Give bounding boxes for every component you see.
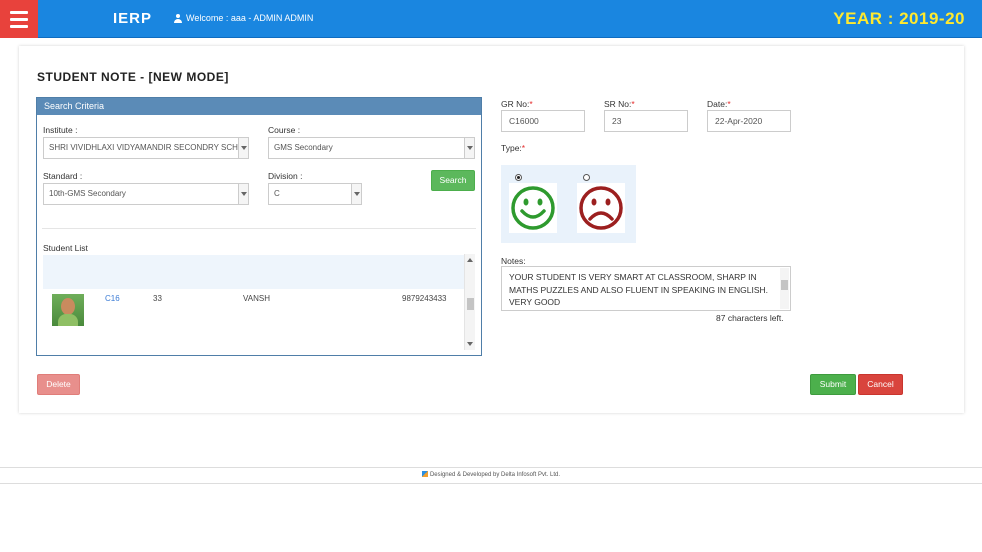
scroll-up-icon[interactable] bbox=[467, 258, 473, 262]
institute-value: SHRI VIVIDHLAXI VIDYAMANDIR SECONDRY SCH… bbox=[49, 143, 249, 152]
footer: Designed & Developed by Delta Infosoft P… bbox=[0, 467, 982, 484]
scroll-thumb[interactable] bbox=[467, 298, 474, 310]
division-value: C bbox=[274, 189, 280, 198]
top-bar: IERP Welcome : aaa - ADMIN ADMIN YEAR : … bbox=[0, 0, 982, 38]
scroll-down-icon[interactable] bbox=[467, 342, 473, 346]
search-criteria-header: Search Criteria bbox=[37, 98, 481, 115]
notes-textarea[interactable]: YOUR STUDENT IS VERY SMART AT CLASSROOM,… bbox=[501, 266, 791, 311]
standard-value: 10th-GMS Secondary bbox=[49, 189, 126, 198]
app-logo[interactable]: IERP bbox=[113, 10, 152, 27]
date-input[interactable]: 22-Apr-2020 bbox=[707, 110, 791, 132]
standard-label: Standard : bbox=[43, 171, 83, 181]
student-roll-number: 33 bbox=[153, 294, 162, 303]
search-button[interactable]: Search bbox=[431, 170, 475, 191]
notes-value: YOUR STUDENT IS VERY SMART AT CLASSROOM,… bbox=[509, 272, 768, 307]
characters-left: 87 characters left. bbox=[716, 313, 784, 323]
happy-face-icon bbox=[511, 186, 555, 230]
sr-no-input[interactable]: 23 bbox=[604, 110, 688, 132]
student-list-label: Student List bbox=[43, 243, 88, 253]
happy-face-option[interactable] bbox=[509, 183, 557, 233]
student-gr-number[interactable]: C16 bbox=[105, 294, 120, 303]
student-list-row[interactable]: C16 33 VANSH 9879243433 bbox=[43, 289, 471, 343]
sad-face-option[interactable] bbox=[577, 183, 625, 233]
scroll-thumb[interactable] bbox=[781, 280, 788, 290]
course-label: Course : bbox=[268, 125, 301, 135]
welcome-text: Welcome : aaa - ADMIN ADMIN bbox=[186, 13, 314, 23]
user-icon bbox=[174, 13, 182, 23]
chevron-down-icon bbox=[351, 184, 361, 204]
chevron-down-icon bbox=[464, 138, 474, 158]
menu-toggle-button[interactable] bbox=[0, 0, 38, 38]
search-criteria-box: Search Criteria Institute : SHRI VIVIDHL… bbox=[36, 97, 482, 356]
student-name: VANSH bbox=[243, 294, 270, 303]
sr-no-label: SR No:* bbox=[604, 99, 635, 109]
student-phone: 9879243433 bbox=[402, 294, 447, 303]
division-label: Division : bbox=[268, 171, 303, 181]
gr-no-label: GR No:* bbox=[501, 99, 533, 109]
gr-no-input[interactable]: C16000 bbox=[501, 110, 585, 132]
student-list: C16 33 VANSH 9879243433 bbox=[43, 255, 471, 343]
divider bbox=[42, 228, 476, 229]
hamburger-icon bbox=[10, 10, 28, 14]
chevron-down-icon bbox=[238, 184, 248, 204]
page-title: STUDENT NOTE - [NEW MODE] bbox=[37, 70, 229, 84]
delete-button[interactable]: Delete bbox=[37, 374, 80, 395]
cancel-button[interactable]: Cancel bbox=[858, 374, 903, 395]
student-list-scrollbar[interactable] bbox=[464, 254, 475, 350]
chevron-down-icon bbox=[238, 138, 248, 158]
student-list-header bbox=[43, 255, 471, 289]
institute-select[interactable]: SHRI VIVIDHLAXI VIDYAMANDIR SECONDRY SCH… bbox=[43, 137, 249, 159]
date-label: Date:* bbox=[707, 99, 731, 109]
notes-label: Notes: bbox=[501, 256, 526, 266]
welcome-user[interactable]: Welcome : aaa - ADMIN ADMIN bbox=[174, 13, 313, 23]
course-value: GMS Secondary bbox=[274, 143, 333, 152]
type-sad-radio[interactable] bbox=[583, 174, 590, 181]
footer-text: Designed & Developed by Delta Infosoft P… bbox=[429, 472, 561, 478]
hamburger-icon bbox=[10, 24, 28, 28]
division-select[interactable]: C bbox=[268, 183, 362, 205]
type-label: Type:* bbox=[501, 143, 526, 153]
standard-select[interactable]: 10th-GMS Secondary bbox=[43, 183, 249, 205]
academic-year: YEAR : 2019-20 bbox=[833, 9, 965, 28]
submit-button[interactable]: Submit bbox=[810, 374, 856, 395]
type-selector bbox=[501, 165, 636, 243]
student-photo bbox=[52, 294, 84, 326]
type-happy-radio[interactable] bbox=[515, 174, 522, 181]
course-select[interactable]: GMS Secondary bbox=[268, 137, 475, 159]
sad-face-icon bbox=[579, 186, 623, 230]
hamburger-icon bbox=[10, 17, 28, 21]
company-logo-icon bbox=[421, 471, 428, 477]
notes-scrollbar[interactable] bbox=[780, 268, 789, 309]
institute-label: Institute : bbox=[43, 125, 78, 135]
